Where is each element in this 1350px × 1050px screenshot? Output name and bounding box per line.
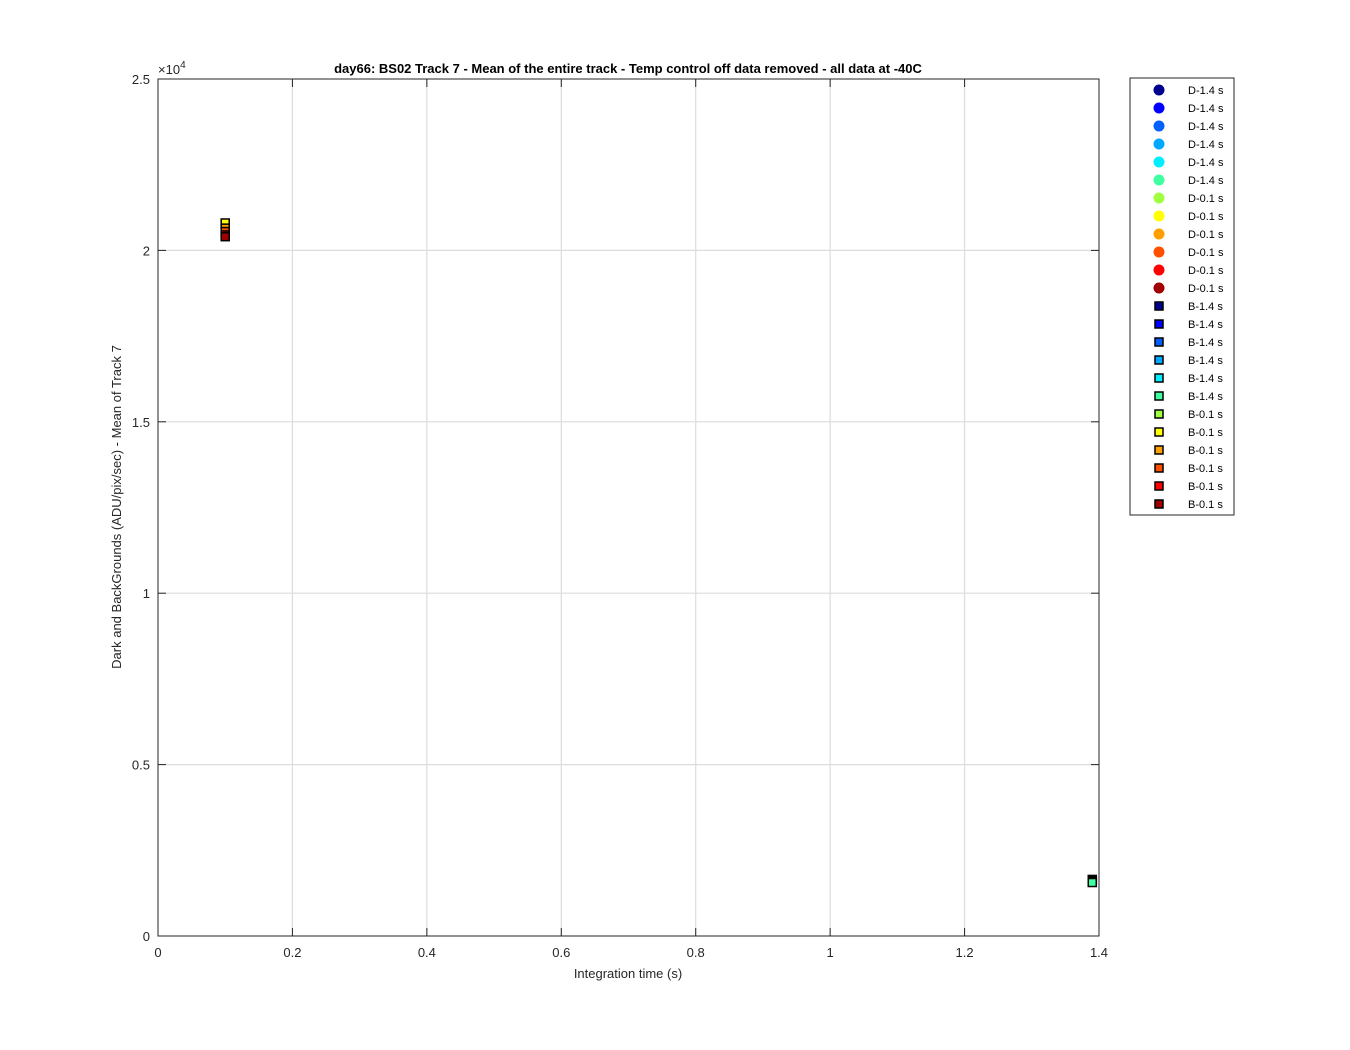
- legend-label: B-1.4 s: [1188, 337, 1223, 349]
- y-tick-label: 2.5: [132, 72, 150, 87]
- legend-marker: [1154, 463, 1164, 473]
- x-tick-label: 1.4: [1090, 945, 1108, 960]
- legend-label: D-0.1 s: [1188, 247, 1224, 259]
- legend-marker: [1153, 192, 1165, 204]
- legend-label: B-1.4 s: [1188, 301, 1223, 313]
- legend: D-1.4 s D-1.4 s D-1.4 s D-1.4 s D-1.4 s D-1.4…: [1129, 77, 1235, 516]
- legend-label: B-0.1 s: [1188, 427, 1223, 439]
- x-tick-label: 0.8: [687, 945, 705, 960]
- legend-marker: [1154, 499, 1164, 509]
- legend-marker: [1154, 391, 1164, 401]
- y-tick-label: 0.5: [132, 758, 150, 773]
- legend-marker: [1153, 156, 1165, 168]
- y-tick-label: 2: [143, 243, 150, 258]
- legend-label: D-0.1 s: [1188, 283, 1224, 295]
- legend-label: B-0.1 s: [1188, 409, 1223, 421]
- legend-marker: [1154, 427, 1164, 437]
- legend-marker: [1154, 319, 1164, 329]
- legend-marker: [1153, 174, 1165, 186]
- legend-marker: [1154, 301, 1164, 311]
- legend-label: B-1.4 s: [1188, 355, 1223, 367]
- x-tick-label: 0.6: [552, 945, 570, 960]
- legend-label: B-0.1 s: [1188, 463, 1223, 475]
- plot-area: 0 0.2 0.4 0.6 0.8 1 1.2 1.4 0 0.5 1 1.5 2 2.5: [132, 72, 1108, 960]
- legend-label: B-0.1 s: [1188, 481, 1223, 493]
- legend-label: D-0.1 s: [1188, 193, 1224, 205]
- y-tick-label: 0: [143, 929, 150, 944]
- axes-background: [158, 79, 1099, 936]
- legend-marker: [1154, 373, 1164, 383]
- legend-marker: [1153, 120, 1165, 132]
- legend-marker: [1153, 264, 1165, 276]
- y-tick-label: 1.5: [132, 415, 150, 430]
- legend-marker: [1153, 102, 1165, 114]
- chart-figure: 0 0.2 0.4 0.6 0.8 1 1.2 1.4 00.511.522.5 ×104 d…: [0, 0, 1350, 1050]
- legend-label: B-1.4 s: [1188, 373, 1223, 385]
- legend-marker: [1153, 84, 1165, 96]
- x-tick-label: 0: [154, 945, 161, 960]
- legend-label: D-1.4 s: [1188, 139, 1224, 151]
- legend-label: D-1.4 s: [1188, 121, 1224, 133]
- data-point: [1087, 877, 1098, 888]
- legend-marker: [1154, 337, 1164, 347]
- legend-marker: [1153, 282, 1165, 294]
- legend-label: D-0.1 s: [1188, 229, 1224, 241]
- legend-marker: [1154, 355, 1164, 365]
- legend-marker: [1154, 481, 1164, 491]
- legend-marker: [1153, 138, 1165, 150]
- legend-label: B-1.4 s: [1188, 391, 1223, 403]
- x-tick-label: 1: [827, 945, 834, 960]
- legend-marker: [1154, 445, 1164, 455]
- y-axis-label: Dark and BackGrounds (ADU/pix/sec) - Mea…: [109, 345, 124, 669]
- y-tick-label: 1: [143, 586, 150, 601]
- legend-marker: [1153, 228, 1165, 240]
- x-tick-label: 1.2: [956, 945, 974, 960]
- legend-label: B-0.1 s: [1188, 499, 1223, 511]
- legend-marker: [1154, 409, 1164, 419]
- legend-label: B-1.4 s: [1188, 319, 1223, 331]
- x-axis-label: Integration time (s): [574, 966, 682, 981]
- legend-label: D-1.4 s: [1188, 175, 1224, 187]
- legend-label: D-1.4 s: [1188, 85, 1224, 97]
- legend-label: D-0.1 s: [1188, 265, 1224, 277]
- legend-label: D-1.4 s: [1188, 157, 1224, 169]
- legend-label: D-1.4 s: [1188, 103, 1224, 115]
- x-tick-label: 0.2: [283, 945, 301, 960]
- legend-label: D-0.1 s: [1188, 211, 1224, 223]
- data-point: [220, 231, 230, 242]
- x-tick-label: 0.4: [418, 945, 436, 960]
- legend-marker: [1153, 246, 1165, 258]
- legend-label: B-0.1 s: [1188, 445, 1223, 457]
- chart-title: day66: BS02 Track 7 - Mean of the entire…: [334, 61, 922, 76]
- legend-marker: [1153, 210, 1165, 222]
